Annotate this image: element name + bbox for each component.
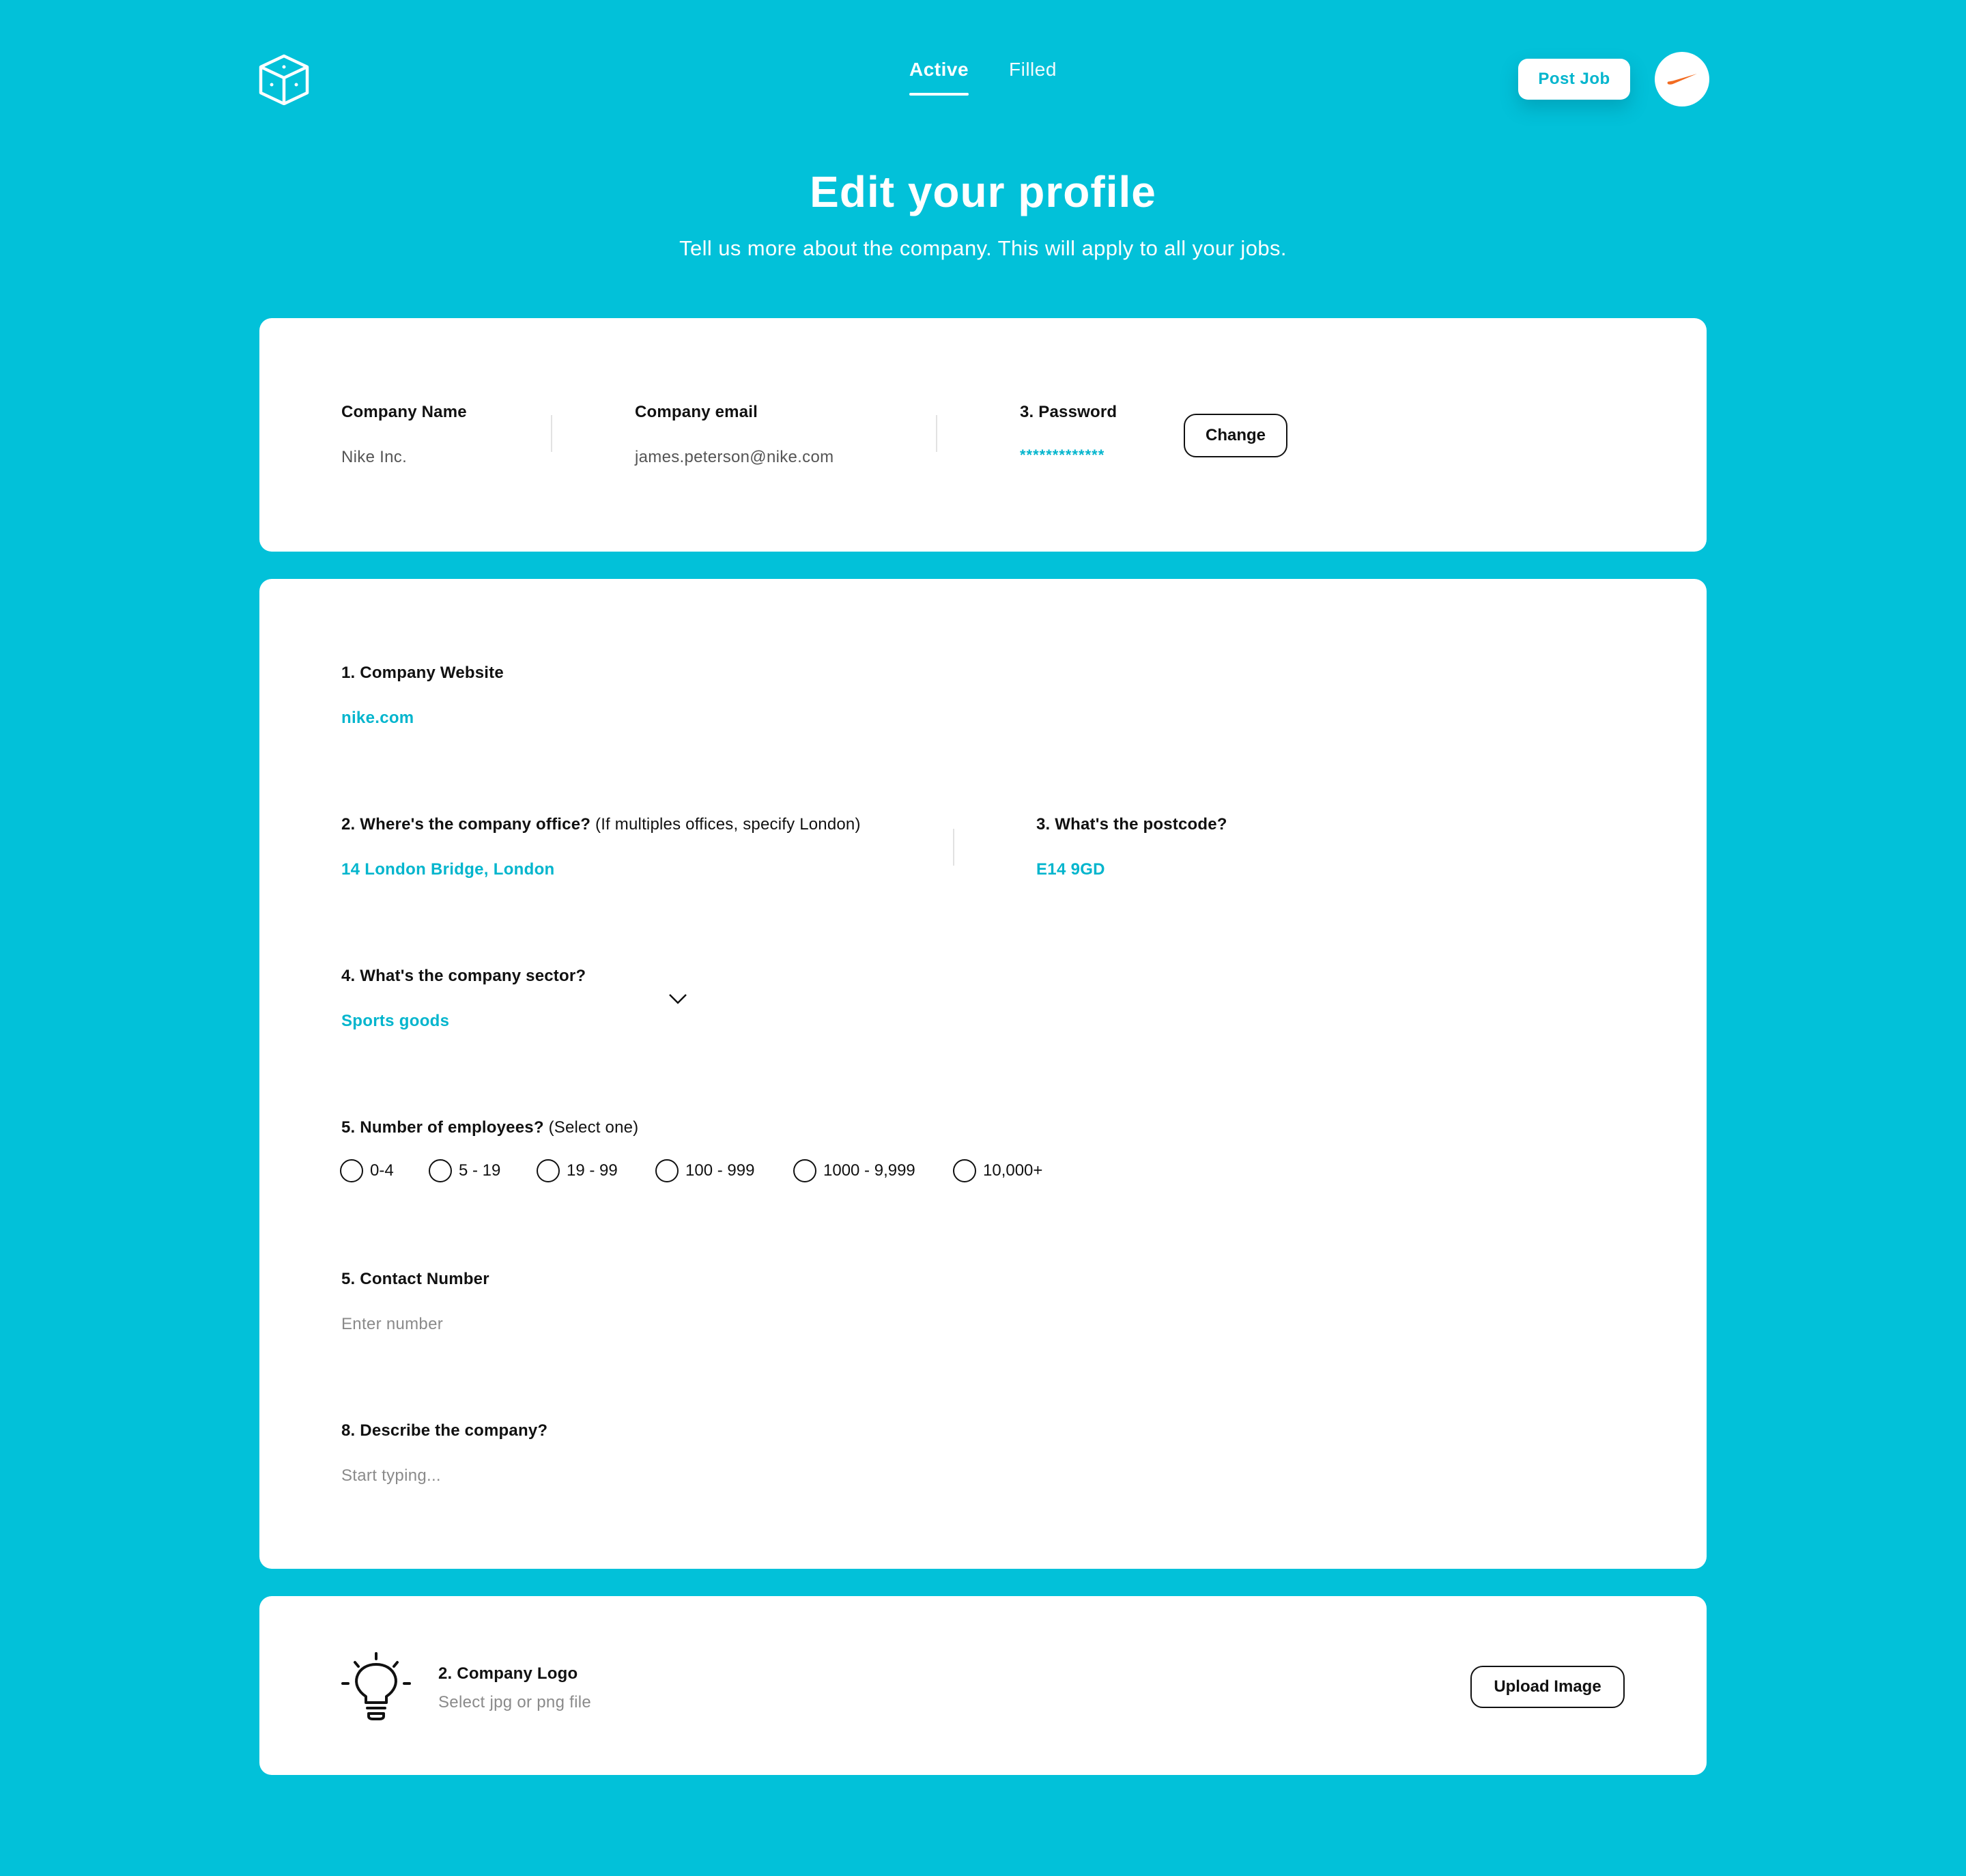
company-email-label: Company email bbox=[635, 403, 758, 421]
employees-radio-option[interactable]: 5 - 19 bbox=[429, 1159, 500, 1182]
company-logo-hint: Select jpg or png file bbox=[438, 1693, 592, 1711]
postcode-input[interactable]: E14 9GD bbox=[1036, 860, 1105, 879]
office-label: 2. Where's the company office? (If multi… bbox=[341, 815, 861, 834]
avatar[interactable] bbox=[1655, 52, 1709, 106]
postcode-label: 3. What's the postcode? bbox=[1036, 815, 1227, 834]
radio-label: 19 - 99 bbox=[567, 1161, 618, 1180]
company-name-value[interactable]: Nike Inc. bbox=[341, 448, 407, 467]
radio-circle[interactable] bbox=[537, 1159, 560, 1182]
page-title: Edit your profile bbox=[810, 167, 1156, 216]
nike-swoosh-icon bbox=[1667, 74, 1697, 85]
field-divider bbox=[936, 415, 937, 452]
sector-select[interactable]: Sports goods bbox=[341, 1012, 449, 1031]
employees-radio-option[interactable]: 100 - 999 bbox=[655, 1159, 754, 1182]
office-label-text: 2. Where's the company office? bbox=[341, 815, 591, 834]
tab-active[interactable]: Active bbox=[909, 59, 969, 96]
chevron-down-icon[interactable] bbox=[668, 993, 687, 1005]
radio-label: 1000 - 9,999 bbox=[823, 1161, 915, 1180]
radio-circle[interactable] bbox=[340, 1159, 363, 1182]
employees-radio-option[interactable]: 1000 - 9,999 bbox=[793, 1159, 915, 1182]
radio-circle[interactable] bbox=[793, 1159, 816, 1182]
contact-number-input[interactable]: Enter number bbox=[341, 1315, 443, 1334]
radio-label: 0-4 bbox=[370, 1161, 394, 1180]
company-details-card: 1. Company Website nike.com 2. Where's t… bbox=[259, 579, 1707, 1569]
logo-upload-card: 2. Company Logo Select jpg or png file U… bbox=[259, 1596, 1707, 1775]
radio-circle[interactable] bbox=[953, 1159, 976, 1182]
employees-label-hint: (Select one) bbox=[548, 1118, 639, 1137]
employees-label-text: 5. Number of employees? bbox=[341, 1118, 544, 1137]
employees-radio-option[interactable]: 0-4 bbox=[340, 1159, 394, 1182]
describe-textarea[interactable]: Start typing... bbox=[341, 1466, 441, 1486]
tab-filled[interactable]: Filled bbox=[1009, 59, 1057, 96]
account-card: Company Name Nike Inc. Company email jam… bbox=[259, 318, 1707, 552]
office-label-hint: (If multiples offices, specify London) bbox=[595, 815, 861, 834]
employees-radio-option[interactable]: 19 - 99 bbox=[537, 1159, 618, 1182]
employees-label: 5. Number of employees? (Select one) bbox=[341, 1118, 638, 1137]
radio-label: 100 - 999 bbox=[685, 1161, 755, 1180]
password-label: 3. Password bbox=[1020, 403, 1117, 421]
radio-circle[interactable] bbox=[655, 1159, 679, 1182]
change-password-button[interactable]: Change bbox=[1184, 414, 1287, 457]
radio-circle[interactable] bbox=[429, 1159, 452, 1182]
company-name-label: Company Name bbox=[341, 403, 467, 421]
office-input[interactable]: 14 London Bridge, London bbox=[341, 860, 555, 879]
page-subtitle: Tell us more about the company. This wil… bbox=[679, 236, 1287, 260]
company-email-value[interactable]: james.peterson@nike.com bbox=[635, 448, 834, 467]
radio-label: 5 - 19 bbox=[459, 1161, 501, 1180]
field-divider bbox=[551, 415, 552, 452]
contact-number-label: 5. Contact Number bbox=[341, 1270, 489, 1288]
field-divider bbox=[953, 829, 954, 866]
sector-label: 4. What's the company sector? bbox=[341, 967, 586, 985]
website-input[interactable]: nike.com bbox=[341, 709, 414, 728]
post-job-button[interactable]: Post Job bbox=[1518, 59, 1630, 100]
upload-image-button[interactable]: Upload Image bbox=[1470, 1666, 1625, 1708]
radio-label: 10,000+ bbox=[983, 1161, 1043, 1180]
company-logo-label: 2. Company Logo bbox=[438, 1664, 578, 1683]
lightbulb-icon bbox=[341, 1652, 411, 1720]
password-value[interactable]: ************* bbox=[1020, 446, 1105, 464]
describe-label: 8. Describe the company? bbox=[341, 1421, 548, 1440]
employees-radio-option[interactable]: 10,000+ bbox=[953, 1159, 1042, 1182]
website-label: 1. Company Website bbox=[341, 664, 504, 682]
